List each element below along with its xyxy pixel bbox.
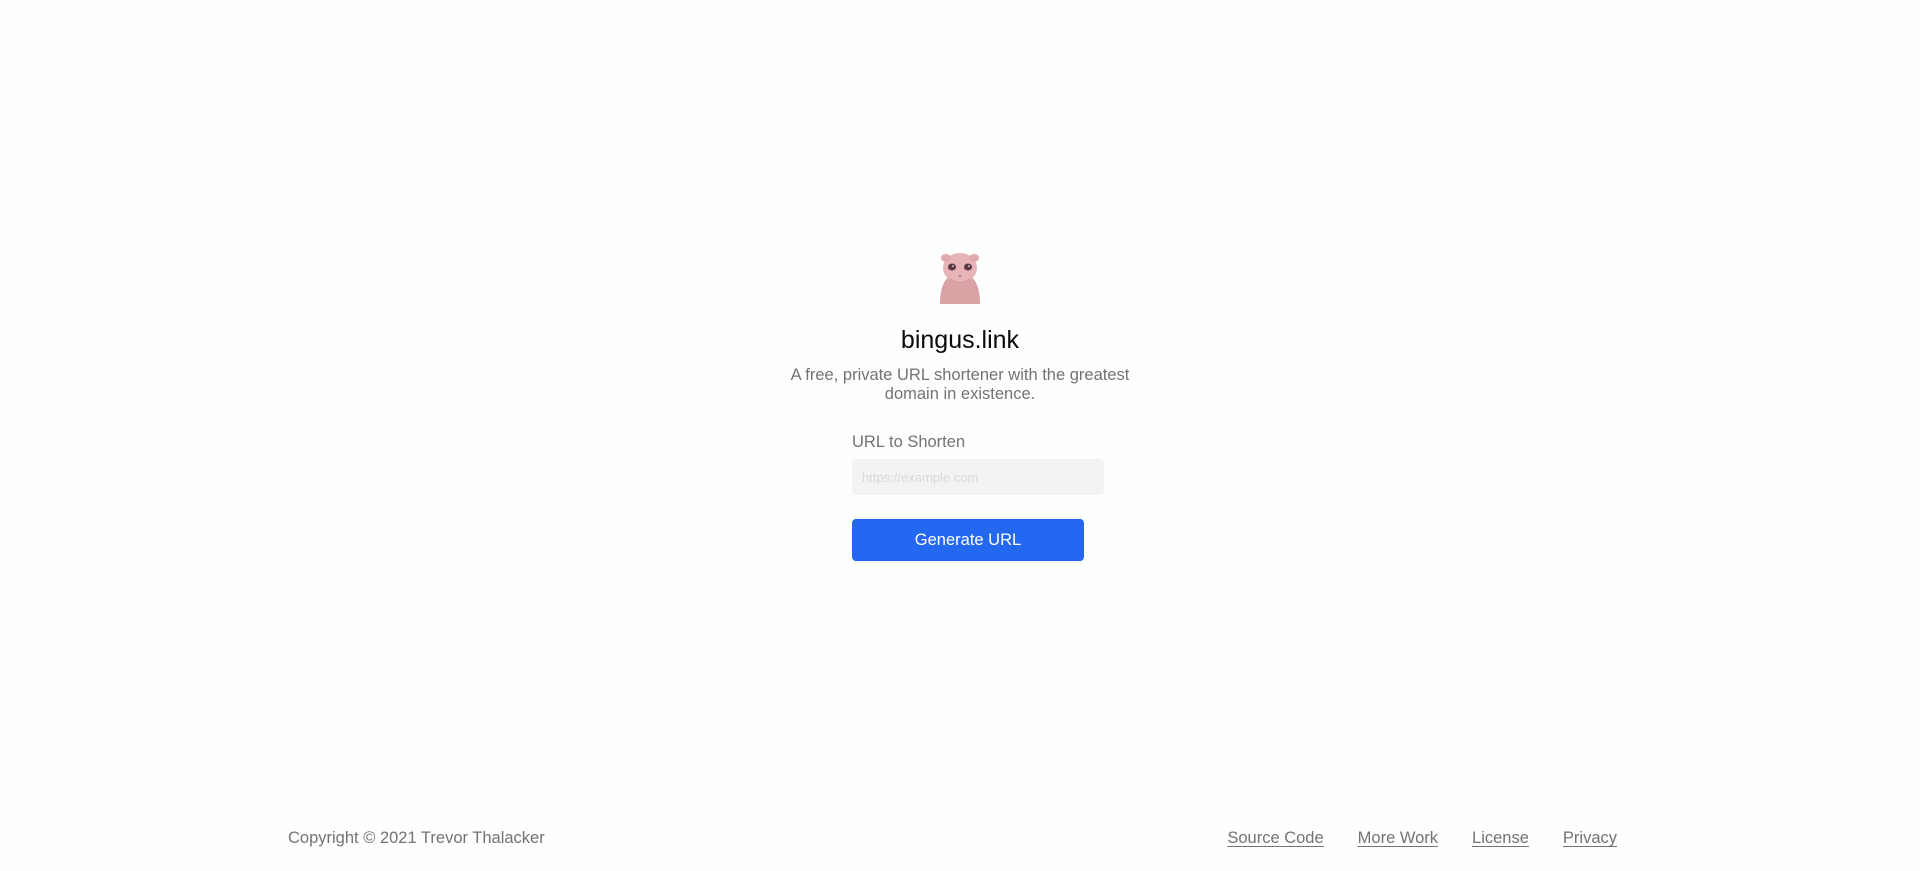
shorten-form: URL to Shorten Generate URL bbox=[852, 432, 1104, 561]
footer-link-privacy[interactable]: Privacy bbox=[1563, 829, 1617, 848]
tagline: A free, private URL shortener with the g… bbox=[790, 366, 1130, 403]
footer-link-source-code[interactable]: Source Code bbox=[1227, 829, 1323, 848]
hero: bingus.link A free, private URL shortene… bbox=[0, 248, 1920, 561]
copyright-text: Copyright © 2021 Trevor Thalacker bbox=[288, 829, 545, 847]
generate-url-button[interactable]: Generate URL bbox=[852, 519, 1084, 561]
footer-link-more-work[interactable]: More Work bbox=[1358, 829, 1438, 848]
url-input[interactable] bbox=[852, 459, 1104, 495]
footer-link-license[interactable]: License bbox=[1472, 829, 1529, 848]
site-title: bingus.link bbox=[900, 326, 1020, 354]
bingus-cat-logo bbox=[940, 253, 980, 304]
page: bingus.link A free, private URL shortene… bbox=[0, 0, 1920, 871]
url-field-label: URL to Shorten bbox=[852, 433, 966, 451]
footer: Copyright © 2021 Trevor Thalacker Source… bbox=[288, 829, 1617, 848]
footer-links: Source Code More Work License Privacy bbox=[1227, 829, 1617, 848]
